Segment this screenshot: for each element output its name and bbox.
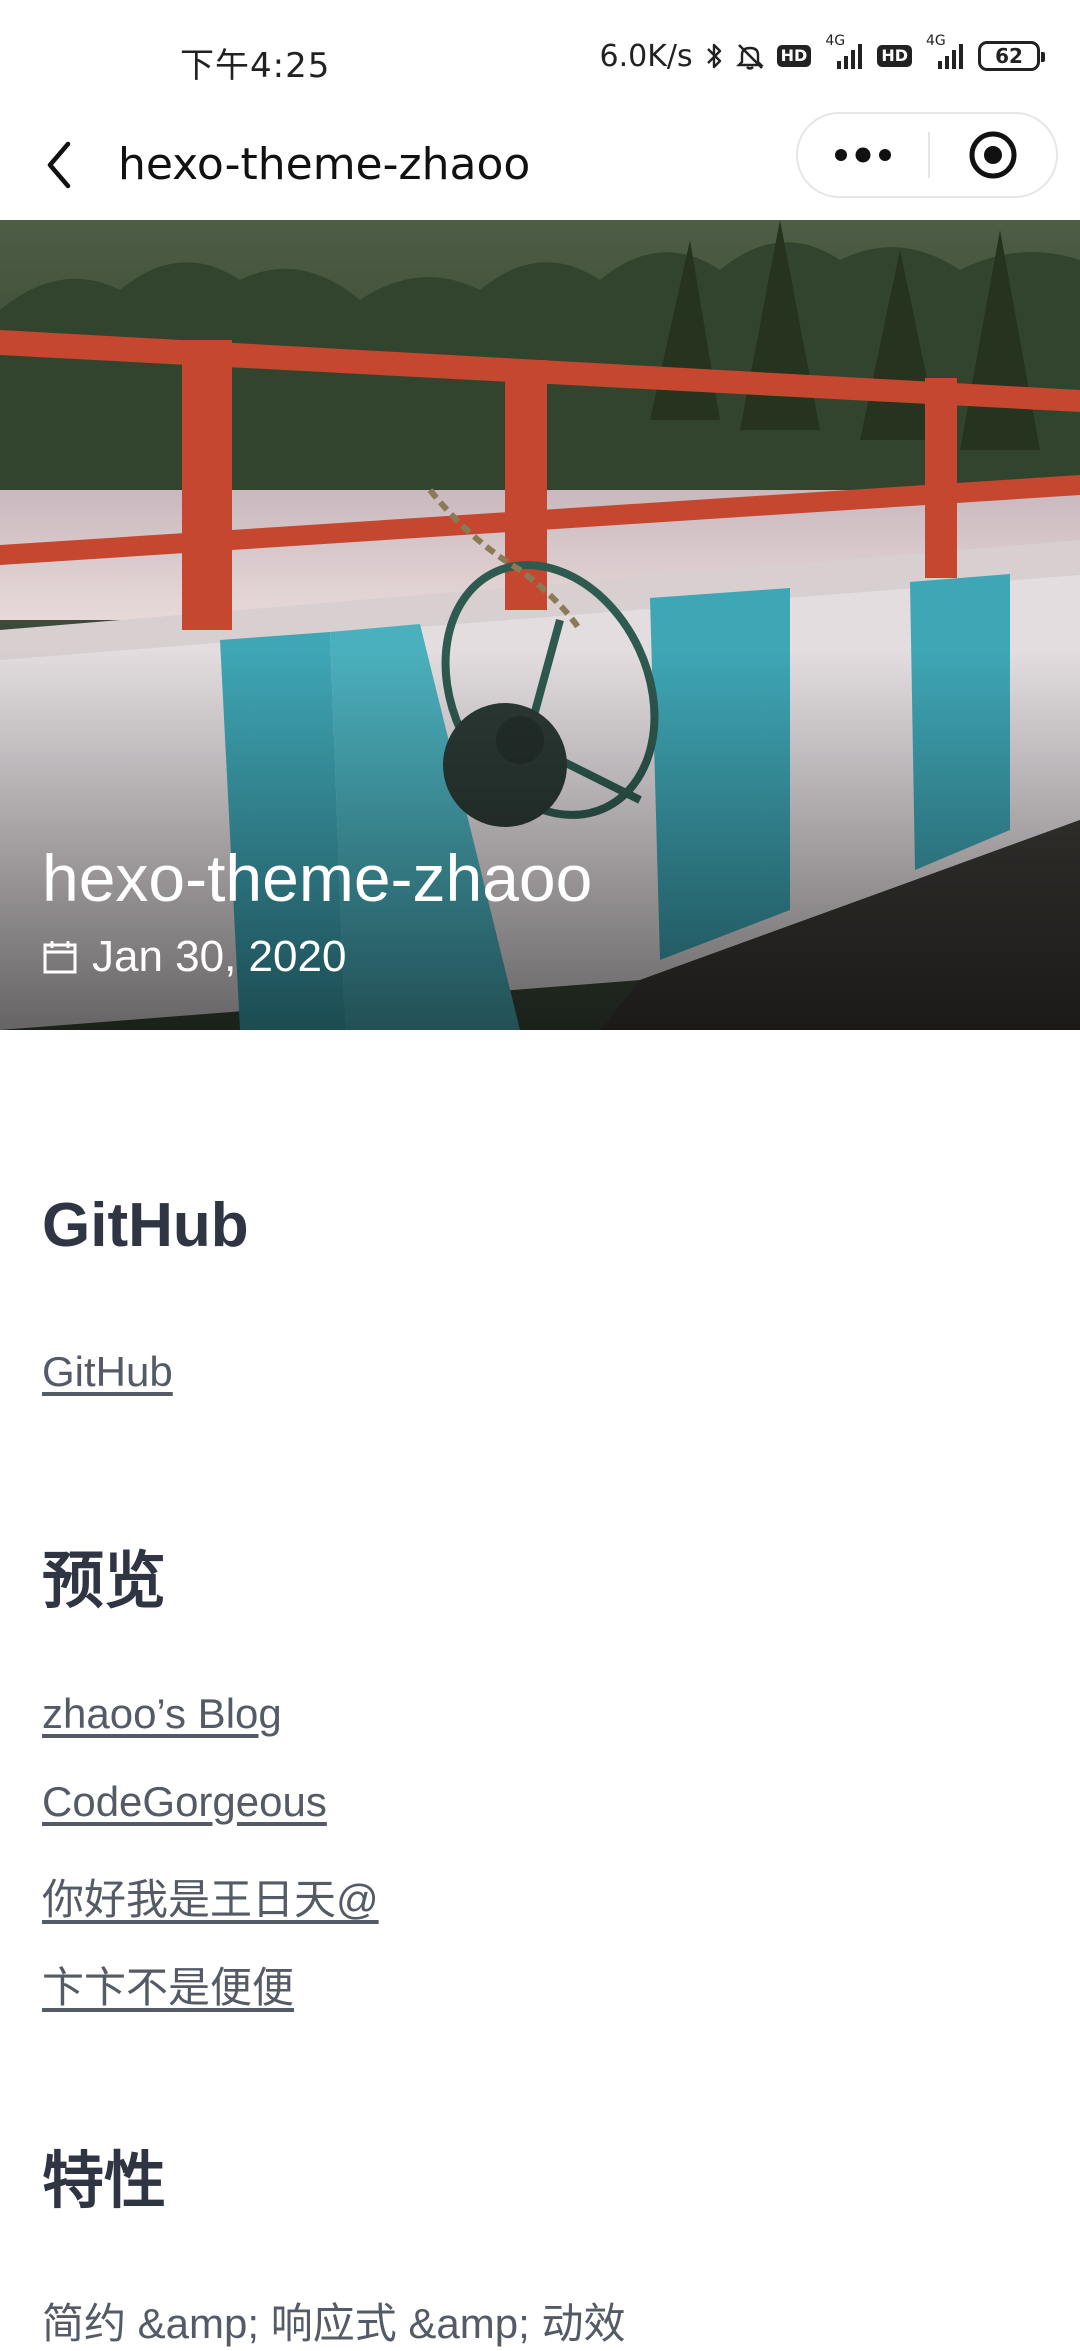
mute-bell-icon: [735, 41, 765, 71]
battery-level: 62: [995, 44, 1023, 68]
calendar-icon: [43, 941, 77, 974]
status-bar: 下午4:25 6.0K/s HD 4G HD 4G 62: [0, 0, 1080, 110]
close-button[interactable]: [930, 114, 1056, 196]
more-button[interactable]: [798, 114, 928, 196]
nav-title: hexo-theme-zhaoo: [118, 139, 531, 190]
preview-link-wangritian[interactable]: 你好我是王日天@: [42, 1866, 379, 1927]
preview-link-zhaoo-blog[interactable]: zhaoo’s Blog: [42, 1690, 282, 1738]
nav-bar: hexo-theme-zhaoo: [0, 110, 1080, 220]
github-link[interactable]: GitHub: [42, 1348, 173, 1396]
target-close-icon: [969, 131, 1017, 179]
network-type-2: 4G: [926, 33, 946, 49]
preview-heading: 预览: [42, 1547, 167, 1616]
hero-date: Jan 30, 2020: [42, 932, 346, 982]
preview-link-bianbian[interactable]: 卞卞不是便便: [42, 1954, 294, 2015]
hero-banner: hexo-theme-zhaoo Jan 30, 2020: [0, 220, 1080, 1030]
features-heading: 特性: [42, 2147, 167, 2216]
hd-badge-1: HD: [776, 45, 812, 67]
network-speed: 6.0K/s: [599, 38, 693, 74]
status-icons: 6.0K/s HD 4G HD 4G 62: [599, 33, 1045, 76]
signal-icon-2: 4G: [924, 33, 966, 71]
battery-icon: 62: [978, 41, 1045, 71]
features-first-item: 简约 &amp; 响应式 &amp; 动效: [42, 2300, 626, 2347]
mini-program-capsule: [796, 112, 1058, 198]
chevron-left-icon: [47, 141, 71, 189]
github-heading: GitHub: [42, 1191, 249, 1260]
hero-title: hexo-theme-zhaoo: [42, 841, 593, 915]
status-time: 下午4:25: [180, 46, 331, 86]
network-type-1: 4G: [825, 33, 846, 49]
signal-icon-1: 4G: [823, 33, 865, 71]
preview-link-codegorgeous[interactable]: CodeGorgeous: [42, 1778, 327, 1826]
back-button[interactable]: [36, 130, 82, 200]
post-date: Jan 30, 2020: [92, 932, 347, 981]
bluetooth-icon: [705, 41, 723, 71]
hd-badge-2: HD: [877, 45, 912, 67]
more-dots-icon: [835, 147, 891, 163]
